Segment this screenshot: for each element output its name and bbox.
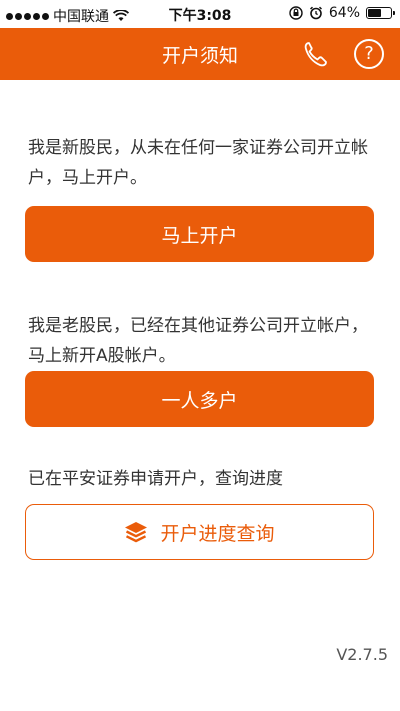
help-icon[interactable]: ? bbox=[354, 39, 384, 69]
old-investor-description: 我是老股民，已经在其他证券公司开立帐户，马上新开A股帐户。 bbox=[28, 316, 368, 366]
progress-description: 已在平安证券申请开户，查询进度 bbox=[28, 469, 283, 489]
phone-icon[interactable] bbox=[300, 39, 330, 69]
battery-icon bbox=[366, 7, 395, 19]
version-label: V2.7.5 bbox=[336, 645, 388, 664]
rotation-lock-icon bbox=[289, 6, 303, 20]
open-account-button[interactable]: 马上开户 bbox=[25, 206, 374, 262]
status-bar: 中国联通 下午3:08 64% bbox=[0, 0, 400, 28]
progress-query-label: 开户进度查询 bbox=[160, 522, 275, 545]
nav-bar: 开户须知 ? bbox=[0, 28, 400, 80]
alarm-icon bbox=[309, 6, 322, 20]
multi-account-button[interactable]: 一人多户 bbox=[25, 371, 374, 427]
page-title: 开户须知 bbox=[161, 45, 238, 67]
battery-percent: 64% bbox=[328, 5, 360, 21]
layers-icon bbox=[125, 522, 148, 543]
new-investor-description: 我是新股民，从未在任何一家证券公司开立帐户，马上开户。 bbox=[28, 138, 368, 188]
progress-query-button[interactable]: 开户进度查询 bbox=[25, 504, 374, 560]
